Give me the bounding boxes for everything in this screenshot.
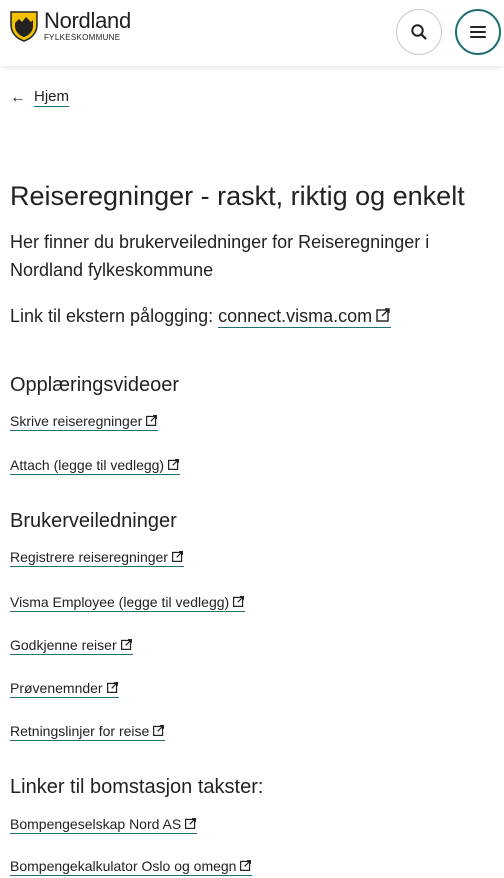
external-link-icon — [120, 639, 132, 650]
search-button[interactable] — [396, 9, 442, 55]
external-link-icon — [185, 818, 197, 829]
link-attach[interactable]: Attach (legge til vedlegg) — [10, 457, 181, 475]
page-title: Reiseregninger - raskt, riktig og enkelt — [10, 181, 465, 211]
breadcrumb-home-link[interactable]: Hjem — [34, 88, 70, 107]
external-link-icon — [168, 459, 180, 470]
logo-subtitle: FYLKESKOMMUNE — [44, 33, 121, 42]
search-icon — [411, 24, 427, 40]
external-login-link[interactable]: connect.visma.com — [218, 306, 392, 328]
section-heading: Brukerveiledninger — [10, 510, 177, 532]
external-link-icon — [146, 415, 158, 426]
breadcrumb: ← Hjem — [10, 88, 70, 107]
external-link-icon — [153, 725, 165, 736]
section-training-videos: Opplæringsvideoer — [10, 372, 500, 398]
external-link-icon — [240, 860, 252, 871]
external-link-icon — [106, 682, 118, 693]
main-content: Reiseregninger - raskt, riktig og enkelt… — [10, 178, 500, 330]
nordland-shield-icon — [10, 11, 38, 42]
intro-text: Her finner du brukerveiledninger for Rei… — [10, 232, 430, 280]
link-skrive-reiseregninger[interactable]: Skrive reiseregninger — [10, 413, 159, 431]
section-heading: Linker til bomstasjon takster: — [10, 776, 264, 798]
link-visma-employee[interactable]: Visma Employee (legge til vedlegg) — [10, 594, 246, 612]
menu-button[interactable] — [455, 9, 501, 55]
external-link-icon — [171, 551, 183, 562]
site-logo[interactable]: Nordland FYLKESKOMMUNE — [10, 10, 131, 42]
external-login-line: Link til ekstern pålogging: connect.vism… — [10, 302, 500, 330]
section-toll-rates: Linker til bomstasjon takster: — [10, 774, 500, 800]
link-bompengekalkulator-oslo[interactable]: Bompengekalkulator Oslo og omegn — [10, 858, 253, 876]
section-user-guides: Brukerveiledninger — [10, 508, 500, 534]
external-login-label: Link til ekstern pålogging: — [10, 306, 219, 326]
logo-name: Nordland — [44, 8, 131, 33]
external-link-icon — [233, 596, 245, 607]
link-bompengeselskap-nord[interactable]: Bompengeselskap Nord AS — [10, 816, 198, 834]
link-provenemnder[interactable]: Prøvenemnder — [10, 680, 119, 698]
link-godkjenne-reiser[interactable]: Godkjenne reiser — [10, 637, 133, 655]
site-header: Nordland FYLKESKOMMUNE — [0, 0, 504, 66]
section-heading: Opplæringsvideoer — [10, 374, 179, 396]
back-arrow-icon: ← — [10, 88, 26, 106]
hamburger-menu-icon — [470, 26, 486, 38]
external-link-icon — [376, 308, 390, 322]
link-registrere-reiseregninger[interactable]: Registrere reiseregninger — [10, 549, 184, 567]
link-retningslinjer-for-reise[interactable]: Retningslinjer for reise — [10, 723, 166, 741]
